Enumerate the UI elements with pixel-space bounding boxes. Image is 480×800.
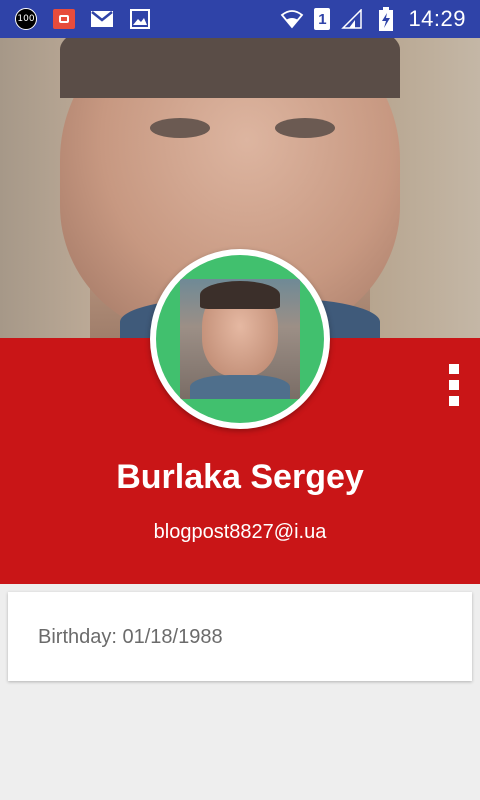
notification-icon [52,7,76,31]
avatar-photo [180,279,300,399]
image-icon [128,7,152,31]
battery-charging-icon [374,7,398,31]
profile-email: blogpost8827@i.ua [153,521,327,543]
details-card: Birthday: 01/18/1988 [8,592,472,681]
sim-icon: 1 [314,8,331,30]
overflow-menu-icon[interactable] [446,364,462,406]
wifi-icon [280,7,304,31]
status-bar: 100 1 14:29 [0,0,480,38]
avatar-ring [156,255,324,423]
status-right-icons: 1 14:29 [280,0,466,38]
signal-icon [340,7,364,31]
birthday-text: Birthday: 01/18/1988 [38,626,223,648]
status-left-icons: 100 [14,7,152,31]
battery-badge: 100 [15,8,37,30]
gmail-icon [90,7,114,31]
profile-name: Burlaka Sergey [116,458,364,496]
battery-100-icon: 100 [14,7,38,31]
avatar[interactable] [150,249,330,429]
status-time: 14:29 [408,6,466,31]
